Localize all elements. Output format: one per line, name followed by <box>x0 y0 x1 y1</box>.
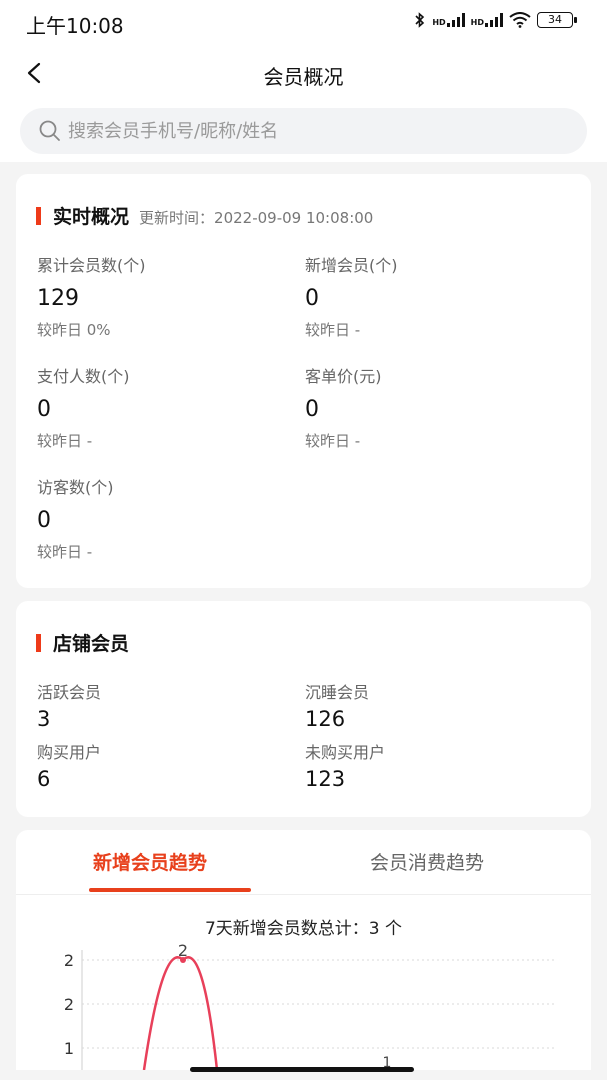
tab-new-member-trend[interactable]: 新增会员趋势 <box>93 848 207 875</box>
metric-buyers[interactable]: 购买用户 6 <box>37 739 101 791</box>
metric-compare: 较昨日 - <box>37 432 93 450</box>
metric-new-members[interactable]: 新增会员(个) 0 较昨日 - <box>305 252 398 340</box>
metric-value: 129 <box>37 286 79 311</box>
active-tab-indicator <box>89 888 251 892</box>
nav-bar: 会员概况 <box>0 44 607 104</box>
home-indicator <box>190 1067 414 1072</box>
metric-total-members[interactable]: 累计会员数(个) 129 较昨日 0% <box>37 252 146 340</box>
metric-compare: 较昨日 - <box>305 321 361 339</box>
bluetooth-icon <box>415 12 425 28</box>
store-title: 店铺会员 <box>53 633 130 655</box>
chart-y-tick-label: 1 <box>64 1039 74 1058</box>
chart-data-label: 2 <box>178 941 188 960</box>
metric-visitors[interactable]: 访客数(个) 0 较昨日 - <box>37 474 114 562</box>
metric-value: 0 <box>37 508 51 533</box>
metric-value: 0 <box>305 397 319 422</box>
metric-value: 0 <box>305 286 319 311</box>
metric-compare: 较昨日 - <box>305 432 361 450</box>
metric-value: 3 <box>37 707 51 731</box>
metric-value: 6 <box>37 767 51 791</box>
store-card: 店铺会员 活跃会员 3 沉睡会员 126 购买用户 6 未购买用户 123 <box>16 601 591 817</box>
metric-dormant-members[interactable]: 沉睡会员 126 <box>305 679 369 731</box>
section-marker <box>36 207 41 225</box>
signal-icon-1: HD <box>432 13 465 27</box>
chart-y-tick-label: 2 <box>64 951 74 970</box>
metric-label: 访客数(个) <box>37 478 114 497</box>
search-input[interactable] <box>66 119 550 143</box>
search-area <box>0 104 607 162</box>
update-label: 更新时间： <box>139 209 215 227</box>
update-time: 2022-09-09 10:08:00 <box>214 209 374 227</box>
page-title: 会员概况 <box>263 65 344 89</box>
status-icons: HD HD 34 <box>414 12 577 28</box>
metric-label: 未购买用户 <box>305 743 386 762</box>
realtime-title: 实时概况 <box>53 206 130 228</box>
metric-label: 累计会员数(个) <box>37 256 146 275</box>
metric-value: 0 <box>37 397 51 422</box>
trend-chart: 22121 <box>64 941 556 1070</box>
metric-label: 沉睡会员 <box>305 683 370 702</box>
metric-active-members[interactable]: 活跃会员 3 <box>37 679 101 731</box>
status-time: 上午10:08 <box>26 14 124 38</box>
status-bar: 上午10:08 HD HD 34 <box>0 0 607 44</box>
realtime-header: 实时概况 更新时间： 2022-09-09 10:08:00 <box>36 202 373 229</box>
search-bar[interactable] <box>20 108 587 154</box>
wifi-icon <box>509 12 531 28</box>
metric-paying-users[interactable]: 支付人数(个) 0 较昨日 - <box>37 363 130 451</box>
tab-consumption-trend[interactable]: 会员消费趋势 <box>370 848 484 875</box>
metric-non-buyers[interactable]: 未购买用户 123 <box>305 739 385 791</box>
search-icon <box>39 120 60 141</box>
metric-avg-order[interactable]: 客单价(元) 0 较昨日 - <box>305 363 382 451</box>
metric-compare: 较昨日 - <box>37 543 93 561</box>
trend-tabs: 新增会员趋势 会员消费趋势 <box>16 830 591 895</box>
metric-label: 活跃会员 <box>37 683 102 702</box>
metric-value: 126 <box>305 707 346 731</box>
metric-label: 购买用户 <box>37 743 102 762</box>
metric-label: 支付人数(个) <box>37 367 130 386</box>
realtime-card: 实时概况 更新时间： 2022-09-09 10:08:00 累计会员数(个) … <box>16 174 591 588</box>
store-header: 店铺会员 <box>36 629 129 656</box>
trend-card: 新增会员趋势 会员消费趋势 7天新增会员数总计：3 个 22121 <box>16 830 591 1070</box>
signal-icon-2: HD <box>471 13 503 27</box>
metric-label: 新增会员(个) <box>305 256 398 275</box>
chart-y-tick-label: 2 <box>64 995 74 1014</box>
metric-label: 客单价(元) <box>305 367 382 386</box>
section-marker <box>36 634 41 652</box>
metric-value: 123 <box>305 767 346 791</box>
metric-compare: 较昨日 0% <box>37 321 111 339</box>
chart-series-line <box>142 956 219 1070</box>
battery-icon: 34 <box>537 12 577 28</box>
